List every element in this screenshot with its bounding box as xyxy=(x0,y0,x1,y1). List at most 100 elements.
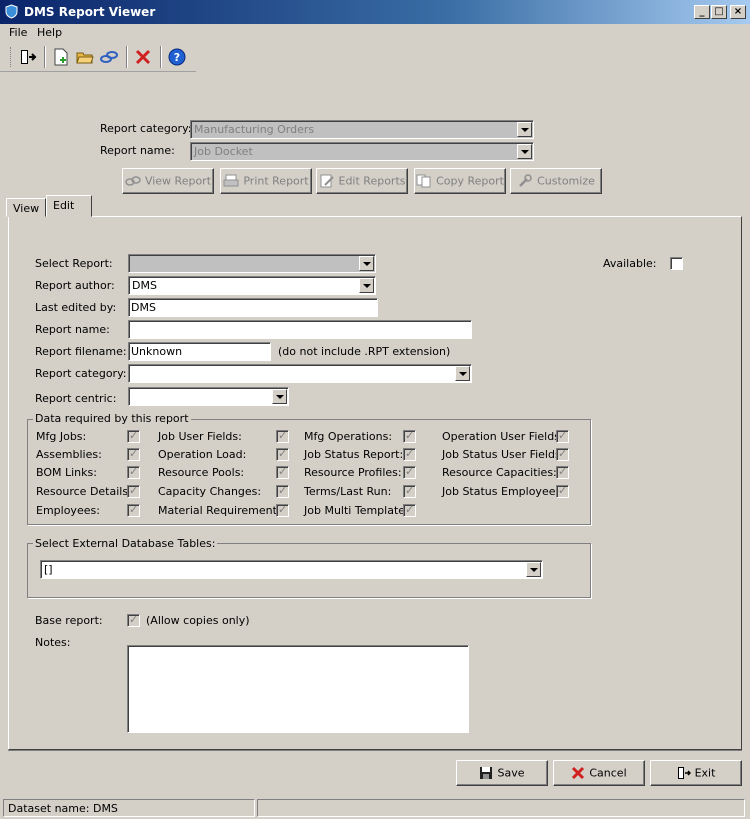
dr-employees-label: Employees: xyxy=(36,504,100,517)
dr-bom-links-checkbox[interactable]: ✓ xyxy=(127,465,140,479)
dr-terms-last-run-label: Terms/Last Run: xyxy=(304,485,392,498)
edit-reports-button[interactable]: Edit Reports xyxy=(316,168,408,194)
external-db-combo[interactable]: [] xyxy=(40,560,543,579)
last-edited-field[interactable]: DMS xyxy=(128,298,378,317)
dr-job-status-report-label: Job Status Report: xyxy=(304,448,404,461)
exit-door-icon[interactable] xyxy=(18,47,38,67)
status-pane-empty xyxy=(257,799,745,817)
dr-job-user-fields-label: Job User Fields: xyxy=(158,430,242,443)
dr-job-multi-template-label: Job Multi Template: xyxy=(304,504,409,517)
customize-button[interactable]: Customize xyxy=(510,168,602,194)
report-filename-label: Report filename: xyxy=(35,345,127,358)
dr-operation-user-fields-label: Operation User Fields: xyxy=(442,430,564,443)
available-label: Available: xyxy=(603,257,657,270)
select-report-combo[interactable] xyxy=(128,254,376,273)
dr-job-user-fields-checkbox[interactable]: ✓ xyxy=(276,429,289,443)
link-icon[interactable] xyxy=(99,47,119,67)
base-report-checkbox[interactable]: ✓ xyxy=(127,613,140,627)
app-shield-icon xyxy=(5,4,18,19)
dr-resource-profiles-label: Resource Profiles: xyxy=(304,466,402,479)
cancel-button[interactable]: Cancel xyxy=(553,760,645,786)
last-edited-label: Last edited by: xyxy=(35,301,117,314)
copy-report-label: Copy Report xyxy=(436,174,504,188)
header-report-name-combo: Job Docket xyxy=(190,142,534,161)
minimize-button[interactable]: _ xyxy=(694,5,710,19)
chevron-down-icon xyxy=(272,389,287,404)
exit-door-icon xyxy=(677,767,691,779)
dr-resource-capacities-checkbox[interactable]: ✓ xyxy=(556,465,569,479)
exit-label: Exit xyxy=(694,766,716,780)
printer-icon xyxy=(223,174,239,187)
report-filename-value: Unknown xyxy=(131,345,183,358)
dr-operation-user-fields-checkbox[interactable]: ✓ xyxy=(556,429,569,443)
dr-job-status-user-fields-label: Job Status User Fields: xyxy=(442,448,565,461)
report-name-label: Report name: xyxy=(35,323,110,336)
dr-job-status-employees-checkbox[interactable]: ✓ xyxy=(556,484,569,498)
report-author-combo[interactable]: DMS xyxy=(128,276,376,295)
save-button[interactable]: Save xyxy=(456,760,548,786)
dr-job-status-report-checkbox[interactable]: ✓ xyxy=(403,447,416,461)
menu-bar: File Help xyxy=(0,24,750,42)
dr-resource-pools-checkbox[interactable]: ✓ xyxy=(276,465,289,479)
help-icon[interactable]: ? xyxy=(167,47,187,67)
report-category-label: Report category: xyxy=(35,367,127,380)
view-report-icon xyxy=(125,176,141,186)
last-edited-value: DMS xyxy=(131,301,156,314)
base-report-label: Base report: xyxy=(35,614,103,627)
dr-resource-profiles-checkbox[interactable]: ✓ xyxy=(403,465,416,479)
header-report-name-label: Report name: xyxy=(100,144,175,157)
dr-mfg-operations-label: Mfg Operations: xyxy=(304,430,393,443)
menu-file[interactable]: File xyxy=(9,26,27,39)
dr-operation-load-label: Operation Load: xyxy=(158,448,247,461)
base-report-checkbox-label: (Allow copies only) xyxy=(146,614,250,627)
close-button[interactable]: × xyxy=(730,5,746,19)
report-centric-combo[interactable] xyxy=(128,387,289,406)
dr-material-requirements-checkbox[interactable]: ✓ xyxy=(276,503,289,517)
dr-resource-details-checkbox[interactable]: ✓ xyxy=(127,484,140,498)
wrench-icon xyxy=(519,174,532,187)
dr-employees-checkbox[interactable]: ✓ xyxy=(127,503,140,517)
filename-hint: (do not include .RPT extension) xyxy=(278,345,451,358)
dr-assemblies-checkbox[interactable]: ✓ xyxy=(127,447,140,461)
exit-button[interactable]: Exit xyxy=(650,760,742,786)
window-title: DMS Report Viewer xyxy=(24,5,156,19)
menu-help[interactable]: Help xyxy=(37,26,62,39)
tab-view[interactable]: View xyxy=(6,198,46,217)
svg-text:?: ? xyxy=(174,51,180,64)
report-filename-field[interactable]: Unknown xyxy=(128,342,271,361)
dr-job-status-user-fields-checkbox[interactable]: ✓ xyxy=(556,447,569,461)
copy-report-button[interactable]: Copy Report xyxy=(414,168,506,194)
dr-capacity-changes-checkbox[interactable]: ✓ xyxy=(276,484,289,498)
maximize-button[interactable]: □ xyxy=(711,5,727,19)
chevron-down-icon xyxy=(359,278,374,293)
dr-resource-capacities-label: Resource Capacities: xyxy=(442,466,557,479)
cancel-label: Cancel xyxy=(589,766,627,780)
dr-mfg-operations-checkbox[interactable]: ✓ xyxy=(403,429,416,443)
tab-edit[interactable]: Edit xyxy=(46,195,92,217)
dr-bom-links-label: BOM Links: xyxy=(36,466,97,479)
notes-textarea[interactable] xyxy=(127,645,469,733)
cancel-x-icon xyxy=(572,766,585,780)
tab-edit-label: Edit xyxy=(53,199,75,212)
dr-resource-pools-label: Resource Pools: xyxy=(158,466,245,479)
edit-icon xyxy=(320,174,334,188)
dr-resource-details-label: Resource Details: xyxy=(36,485,132,498)
dr-terms-last-run-checkbox[interactable]: ✓ xyxy=(403,484,416,498)
floppy-disk-icon xyxy=(480,767,493,779)
print-report-button[interactable]: Print Report xyxy=(220,168,312,194)
new-document-icon[interactable] xyxy=(51,47,71,67)
available-checkbox[interactable] xyxy=(670,257,683,270)
open-folder-icon[interactable] xyxy=(75,47,95,67)
view-report-label: View Report xyxy=(144,174,212,188)
dr-capacity-changes-label: Capacity Changes: xyxy=(158,485,262,498)
view-report-button[interactable]: View Report xyxy=(122,168,214,194)
chevron-down-icon xyxy=(526,562,541,577)
dr-job-multi-template-checkbox[interactable]: ✓ xyxy=(403,503,416,517)
dr-operation-load-checkbox[interactable]: ✓ xyxy=(276,447,289,461)
report-category-combo[interactable] xyxy=(128,364,472,383)
report-name-field[interactable] xyxy=(128,320,472,339)
dataset-name-pane: Dataset name: DMS xyxy=(3,799,255,817)
dr-mfg-jobs-checkbox[interactable]: ✓ xyxy=(127,429,140,443)
header-report-category-label: Report category: xyxy=(100,122,192,135)
delete-icon[interactable] xyxy=(133,47,153,67)
